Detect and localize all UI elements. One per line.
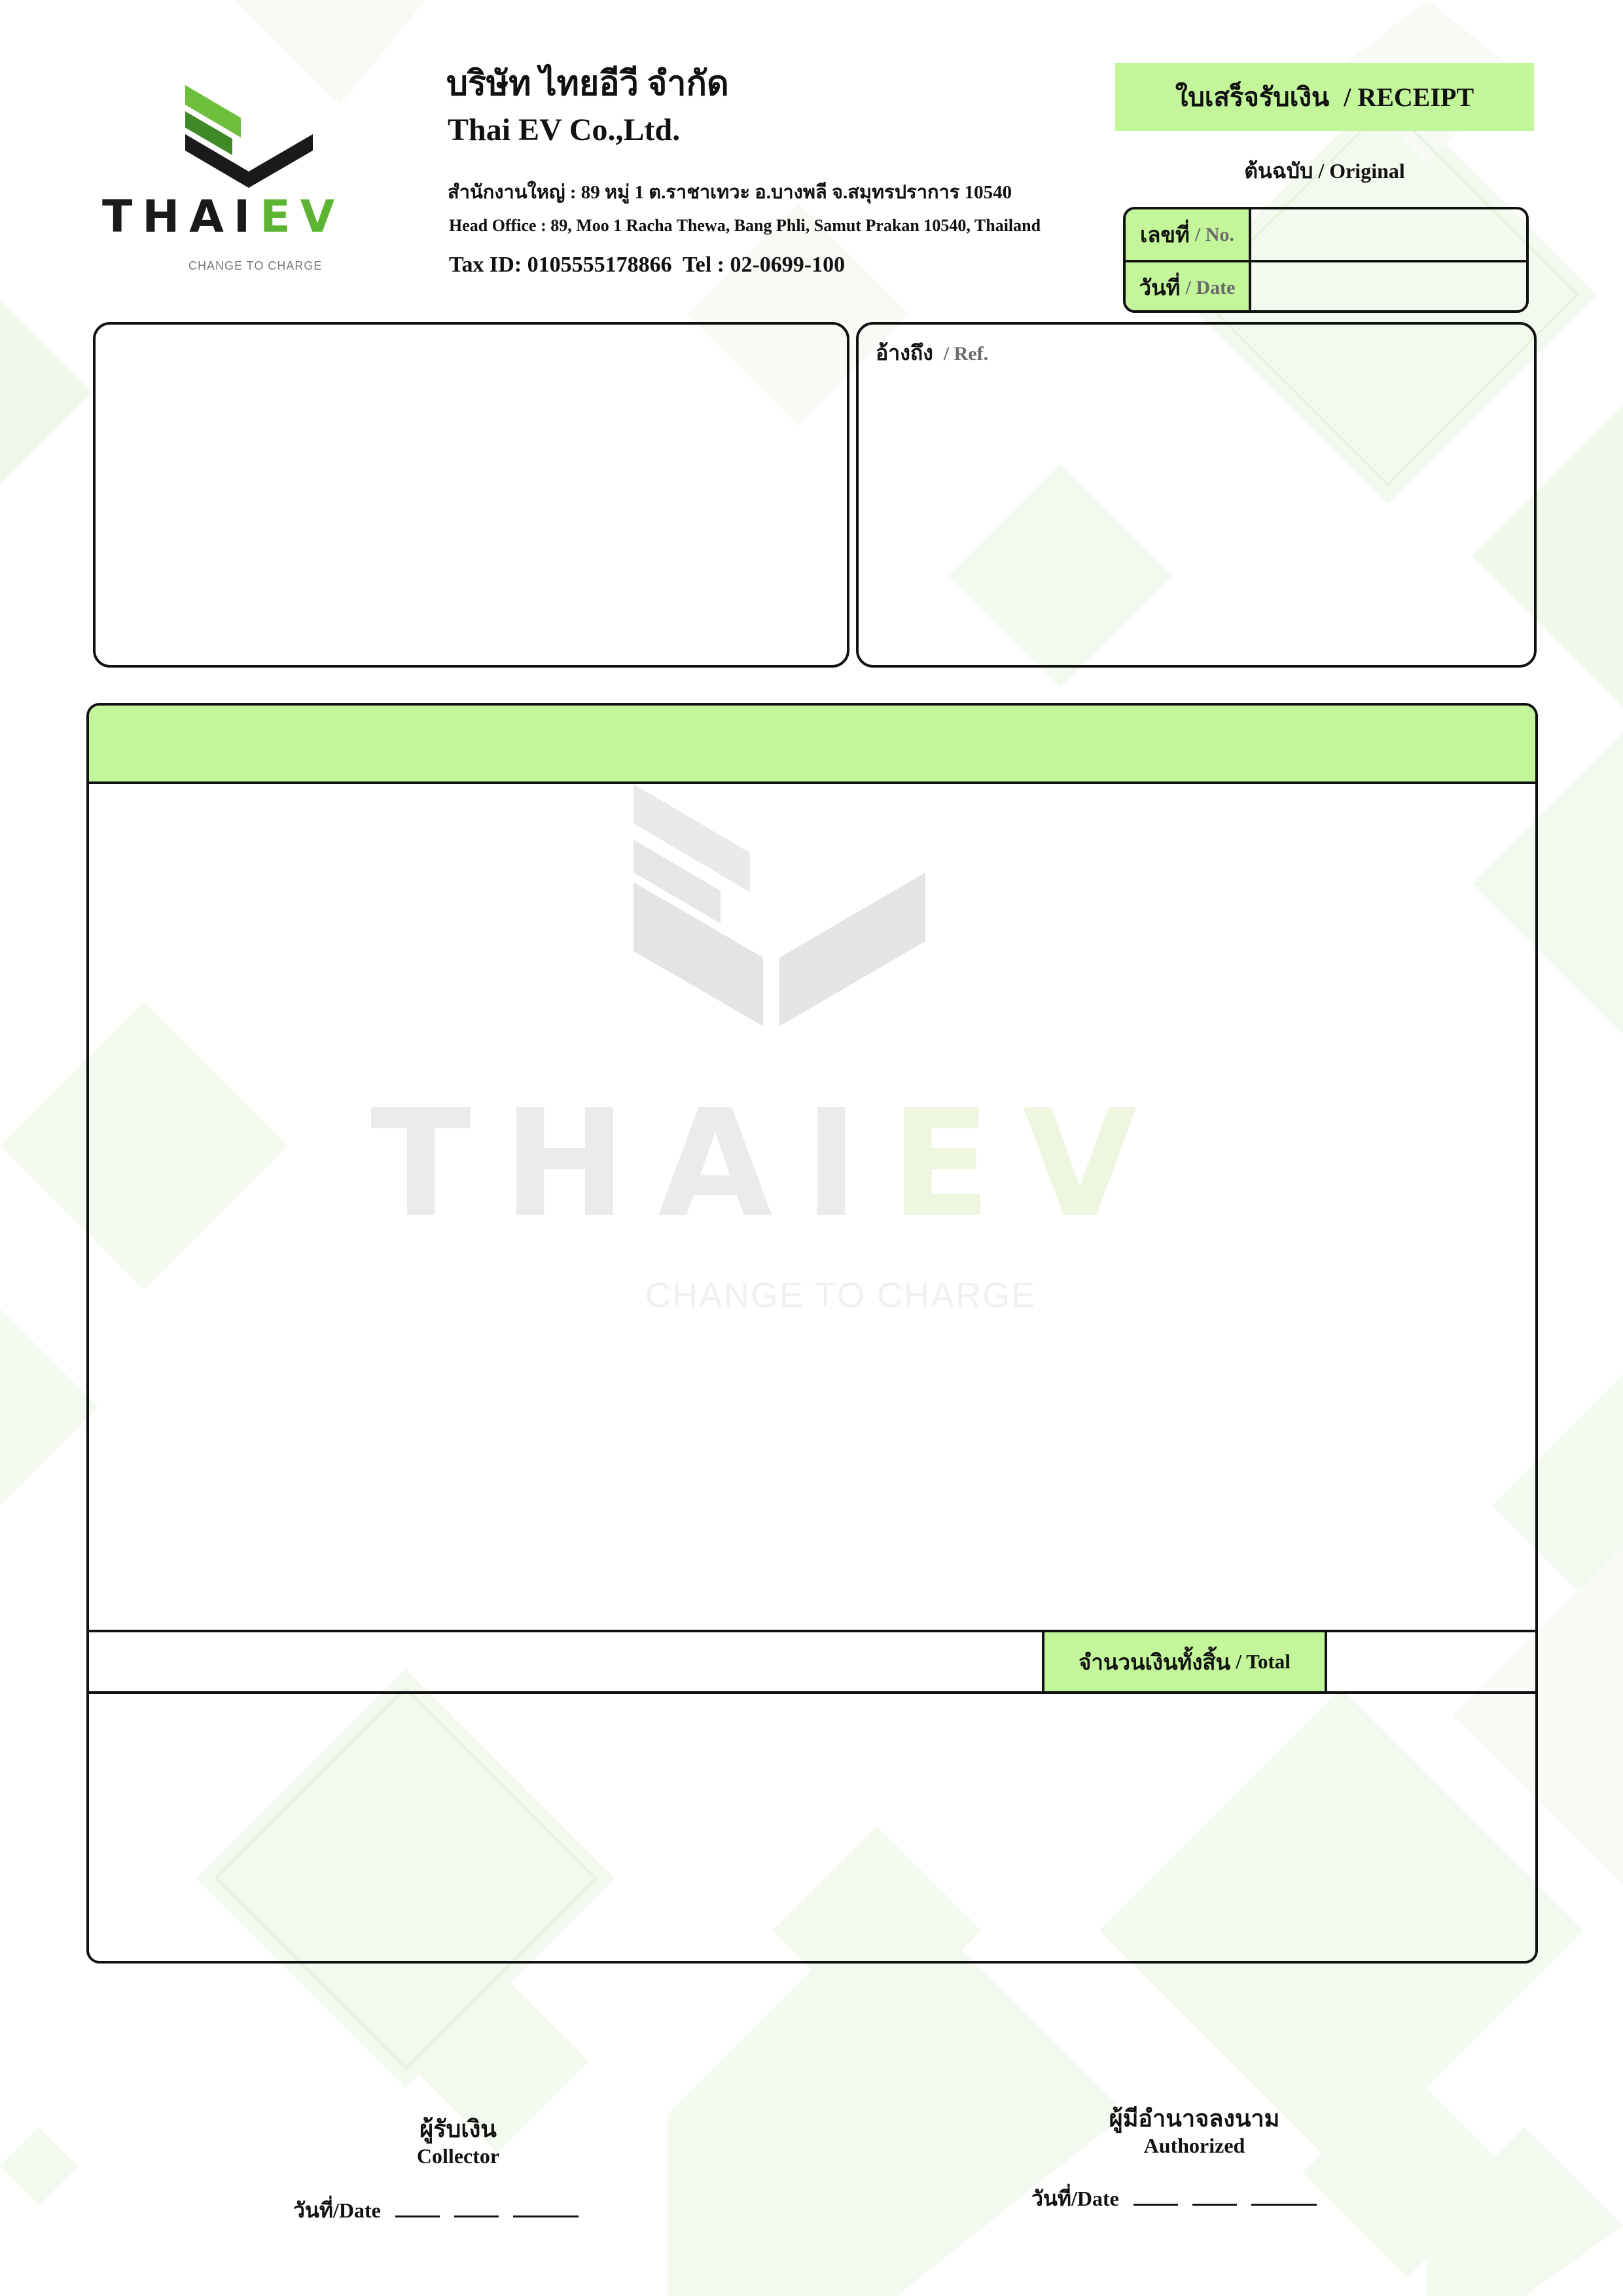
collector-signature: ผู้รับเงิน Collector <box>294 2115 622 2169</box>
doc-date-label-th: วันที่ <box>1139 277 1181 300</box>
doc-no-label-en: / No. <box>1195 223 1235 245</box>
authorized-signature: ผู้มีอำนาจลงนาม Authorized <box>1031 2105 1358 2159</box>
company-name-th: บริษัท ไทยอีวี จำกัด <box>446 65 729 103</box>
total-label: จำนวนเงินทั้งสิ้น / Total <box>1042 1632 1327 1691</box>
watermark-logo-icon <box>633 784 925 1026</box>
authorized-label-en: Authorized <box>1143 2134 1245 2158</box>
copy-type-th: ต้นฉบับ <box>1244 159 1313 183</box>
logo-wordmark: THAIEV <box>102 195 344 240</box>
company-logo: THAIEV CHANGE TO CHARGE <box>98 79 406 275</box>
total-label-th: จำนวนเงินทั้งสิ้น <box>1079 1651 1231 1675</box>
authorized-date-label: วันที่/Date <box>1031 2187 1119 2210</box>
logo-word-dark: THAI <box>102 191 260 243</box>
collector-date-label: วันที่/Date <box>293 2198 381 2222</box>
watermark-wordmark: THAIEV <box>370 1090 1169 1238</box>
reference-label-en: / Ref. <box>943 343 989 365</box>
reference-label-th: อ้างถึง <box>876 341 933 365</box>
authorized-date: วันที่/Date <box>1031 2182 1317 2215</box>
doc-date-field[interactable] <box>1251 262 1526 310</box>
document-title-banner: ใบเสร็จรับเงิน / RECEIPT <box>1115 63 1534 131</box>
authorized-date-day-line[interactable] <box>1133 2204 1178 2206</box>
company-tax-tel: Tax ID: 0105555178866 Tel : 02-0699-100 <box>449 253 846 277</box>
doc-date-label: วันที่ / Date <box>1126 262 1251 310</box>
items-table: THAIEV CHANGE TO CHARGE จำนวนเงินทั้งสิ้… <box>86 703 1538 1964</box>
total-label-en: / Total <box>1236 1650 1291 1673</box>
authorized-date-month-line[interactable] <box>1192 2204 1237 2206</box>
collector-date-month-line[interactable] <box>454 2215 499 2217</box>
items-table-header <box>89 706 1535 784</box>
watermark-tagline: CHANGE TO CHARGE <box>645 1276 1037 1315</box>
document-title-en: / RECEIPT <box>1344 82 1474 112</box>
watermark-word-dark: THAI <box>370 1078 891 1250</box>
logo-mark-icon <box>185 85 313 188</box>
doc-meta-box: เลขที่ / No. วันที่ / Date <box>1123 207 1529 313</box>
company-address-th: สำนักงานใหญ่ : 89 หมู่ 1 ต.ราชาเทวะ อ.บา… <box>448 182 1012 203</box>
total-row: จำนวนเงินทั้งสิ้น / Total <box>89 1630 1535 1694</box>
logo-word-green: EV <box>260 191 345 243</box>
authorized-date-year-line[interactable] <box>1251 2204 1317 2206</box>
authorized-label-th: ผู้มีอำนาจลงนาม <box>1109 2106 1280 2132</box>
total-value-field[interactable] <box>1327 1632 1535 1691</box>
collector-date: วันที่/Date <box>293 2194 579 2227</box>
collector-date-day-line[interactable] <box>395 2215 440 2217</box>
company-name-en: Thai EV Co.,Ltd. <box>448 113 681 147</box>
reference-box[interactable]: อ้างถึง / Ref. <box>856 322 1537 668</box>
doc-no-label-th: เลขที่ <box>1139 224 1190 247</box>
logo-tagline: CHANGE TO CHARGE <box>188 259 323 272</box>
watermark-word-green: EV <box>890 1078 1169 1250</box>
doc-no-field[interactable] <box>1251 209 1526 260</box>
collector-label-en: Collector <box>416 2144 500 2168</box>
collector-label-th: ผู้รับเงิน <box>419 2116 497 2142</box>
doc-date-label-en: / Date <box>1185 276 1236 298</box>
doc-no-label: เลขที่ / No. <box>1126 209 1251 260</box>
copy-type: ต้นฉบับ / Original <box>1115 154 1534 188</box>
collector-date-year-line[interactable] <box>512 2215 579 2217</box>
reference-label: อ้างถึง / Ref. <box>876 336 988 370</box>
copy-type-en: / Original <box>1318 159 1405 183</box>
company-address-en: Head Office : 89, Moo 1 Racha Thewa, Ban… <box>449 216 1041 235</box>
customer-box[interactable] <box>93 322 849 668</box>
document-title-th: ใบเสร็จรับเงิน <box>1175 82 1330 112</box>
